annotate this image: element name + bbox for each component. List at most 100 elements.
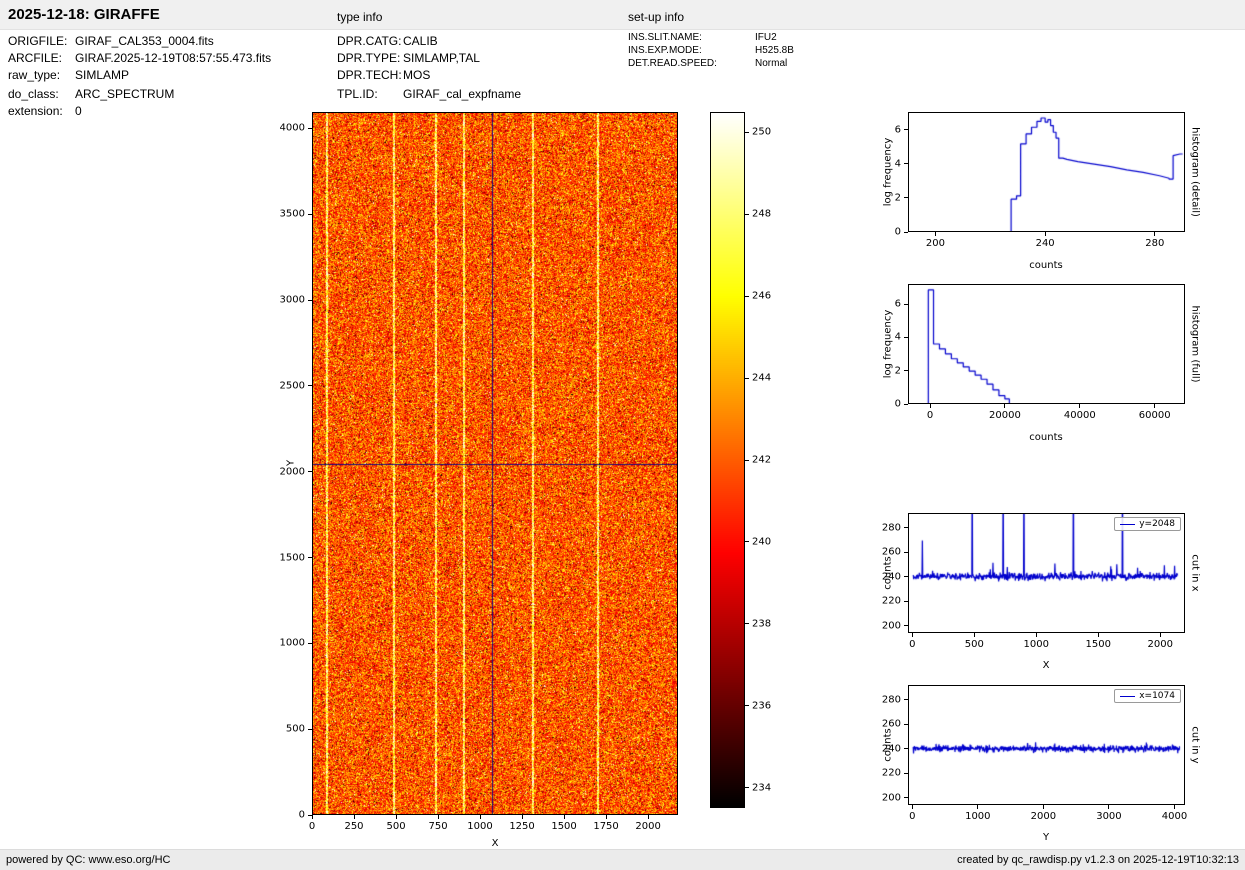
tick-mark <box>904 576 908 577</box>
info-row: DPR.TECH:MOS <box>337 67 521 84</box>
tick-mark <box>904 797 908 798</box>
tick-mark <box>904 625 908 626</box>
type-info-block: DPR.CATG:CALIB DPR.TYPE:SIMLAMP,TAL DPR.… <box>337 33 521 103</box>
tick-mark <box>308 128 312 129</box>
tick-mark <box>930 404 931 408</box>
tick-mark <box>1036 633 1037 637</box>
tick-mark <box>564 815 565 819</box>
tick-label: 1500 <box>280 552 305 563</box>
cut-in-x-axes: y=2048 <box>908 513 1185 633</box>
colorbar <box>710 112 745 808</box>
tick-label: 2500 <box>280 380 305 391</box>
hist-detail-x-axis-label: counts <box>1029 260 1062 271</box>
tick-mark <box>1154 232 1155 236</box>
tick-label: 242 <box>752 455 771 466</box>
info-row: ORIGFILE:GIRAF_CAL353_0004.fits <box>8 33 271 50</box>
qc-report-page: 2025-12-18: GIRAFFE type info set-up inf… <box>0 0 1245 870</box>
cut-y-right-label: cut in y <box>1190 726 1201 763</box>
info-value: IFU2 <box>755 31 777 44</box>
page-title: 2025-12-18: GIRAFFE <box>8 6 160 23</box>
info-label: INS.EXP.MODE: <box>628 44 755 57</box>
info-label: DPR.TYPE: <box>337 50 403 67</box>
setup-info-heading: set-up info <box>628 10 684 24</box>
tick-label: 1000 <box>280 638 305 649</box>
tick-mark <box>308 471 312 472</box>
tick-label: 6 <box>895 299 901 310</box>
tick-mark <box>745 214 749 215</box>
tick-mark <box>745 623 749 624</box>
info-label: DET.READ.SPEED: <box>628 57 755 70</box>
detector-image-canvas <box>313 113 677 814</box>
hist-full-x-axis-label: counts <box>1029 432 1062 443</box>
info-row: ARCFILE:GIRAF.2025-12-19T08:57:55.473.fi… <box>8 50 271 67</box>
tick-mark <box>904 601 908 602</box>
detector-image-axes <box>312 112 678 815</box>
tick-mark <box>522 815 523 819</box>
tick-mark <box>904 527 908 528</box>
tick-mark <box>606 815 607 819</box>
tick-mark <box>308 557 312 558</box>
tick-mark <box>308 729 312 730</box>
info-label: extension: <box>8 103 75 120</box>
tick-label: 3000 <box>1096 811 1121 822</box>
tick-label: 2000 <box>635 821 660 832</box>
tick-label: 234 <box>752 782 771 793</box>
info-row: DET.READ.SPEED:Normal <box>628 57 794 70</box>
tick-mark <box>354 815 355 819</box>
info-row: INS.SLIT.NAME:IFU2 <box>628 31 794 44</box>
info-value: 0 <box>75 103 82 120</box>
hist-full-y-axis-label: log frequency <box>883 310 894 379</box>
tick-label: 238 <box>752 618 771 629</box>
cut-in-x-canvas <box>909 514 1184 632</box>
tick-mark <box>904 129 908 130</box>
info-label: INS.SLIT.NAME: <box>628 31 755 44</box>
tick-label: 6 <box>895 124 901 135</box>
tick-label: 40000 <box>1064 410 1096 421</box>
info-label: DPR.CATG: <box>337 33 403 50</box>
setup-info-block: INS.SLIT.NAME:IFU2 INS.EXP.MODE:H525.8B … <box>628 31 794 70</box>
info-row: INS.EXP.MODE:H525.8B <box>628 44 794 57</box>
tick-mark <box>312 815 313 819</box>
hist-detail-y-axis-label: log frequency <box>883 138 894 207</box>
tick-mark <box>308 214 312 215</box>
tick-label: 280 <box>882 694 901 705</box>
tick-label: 500 <box>286 724 305 735</box>
image-y-axis-label: Y <box>286 460 297 466</box>
tick-mark <box>308 815 312 816</box>
tick-label: 200 <box>926 238 945 249</box>
tick-mark <box>1043 805 1044 809</box>
tick-label: 0 <box>927 410 933 421</box>
legend-line-sample <box>1120 524 1135 525</box>
tick-label: 500 <box>386 821 405 832</box>
tick-label: 0 <box>309 821 315 832</box>
tick-mark <box>1045 232 1046 236</box>
histogram-detail-canvas <box>909 113 1184 231</box>
tick-label: 280 <box>882 522 901 533</box>
tick-label: 0 <box>909 639 915 650</box>
tick-label: 200 <box>882 792 901 803</box>
tick-mark <box>396 815 397 819</box>
tick-label: 1000 <box>467 821 492 832</box>
footer-left-text: powered by QC: www.eso.org/HC <box>6 854 170 866</box>
tick-label: 244 <box>752 373 771 384</box>
tick-mark <box>904 304 908 305</box>
tick-label: 1000 <box>965 811 990 822</box>
tick-mark <box>308 643 312 644</box>
tick-label: 500 <box>965 639 984 650</box>
tick-label: 0 <box>895 399 901 410</box>
tick-label: 4000 <box>280 123 305 134</box>
tick-mark <box>912 805 913 809</box>
tick-mark <box>904 163 908 164</box>
tick-label: 260 <box>882 547 901 558</box>
type-info-heading: type info <box>337 10 382 24</box>
tick-mark <box>904 337 908 338</box>
tick-label: 280 <box>1145 238 1164 249</box>
info-value: CALIB <box>403 33 438 50</box>
tick-mark <box>745 132 749 133</box>
info-value: H525.8B <box>755 44 794 57</box>
tick-label: 750 <box>428 821 447 832</box>
info-value: Normal <box>755 57 787 70</box>
info-value: GIRAF.2025-12-19T08:57:55.473.fits <box>75 50 271 67</box>
cut-x-x-axis-label: X <box>1043 660 1050 671</box>
footer-bar: powered by QC: www.eso.org/HC created by… <box>0 849 1245 870</box>
